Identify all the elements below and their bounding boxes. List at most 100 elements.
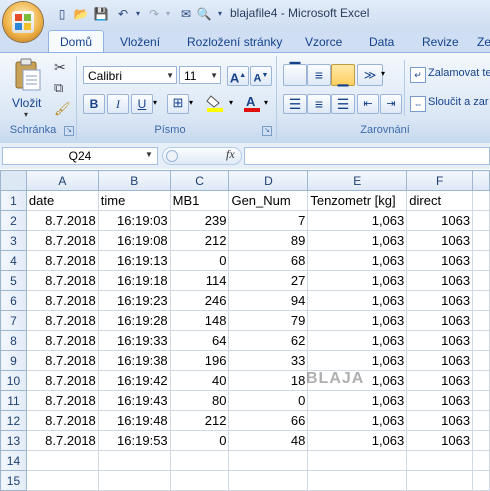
row-header[interactable]: 1 bbox=[0, 190, 27, 211]
cell[interactable]: 196 bbox=[169, 350, 230, 371]
cell[interactable]: 212 bbox=[169, 230, 230, 251]
cell[interactable]: 1063 bbox=[406, 270, 474, 291]
cell[interactable]: 0 bbox=[169, 250, 230, 271]
cell[interactable]: 1063 bbox=[406, 330, 474, 351]
align-bottom-button[interactable]: ▁ bbox=[331, 64, 355, 86]
cell[interactable]: 16:19:18 bbox=[97, 270, 171, 291]
orientation-button[interactable]: ≫ bbox=[357, 64, 383, 86]
cell[interactable]: 0 bbox=[169, 430, 230, 451]
row-header[interactable]: 15 bbox=[0, 470, 27, 491]
cell[interactable]: 62 bbox=[228, 330, 309, 351]
row-header[interactable]: 11 bbox=[0, 390, 27, 411]
cell[interactable]: 16:19:33 bbox=[97, 330, 171, 351]
tab-home[interactable]: Domů bbox=[48, 30, 104, 54]
align-middle-button[interactable]: ≡ bbox=[307, 64, 331, 86]
cell[interactable]: 239 bbox=[169, 210, 230, 231]
cut-icon[interactable]: ✂ bbox=[54, 59, 66, 76]
copy-icon[interactable]: ⧉ bbox=[54, 80, 63, 96]
cell[interactable]: 94 bbox=[228, 290, 309, 311]
cell[interactable]: 7 bbox=[228, 210, 309, 231]
row-header[interactable]: 5 bbox=[0, 270, 27, 291]
align-top-button[interactable]: ▔ bbox=[283, 63, 307, 86]
cell[interactable] bbox=[472, 330, 490, 351]
cell[interactable]: 1063 bbox=[406, 210, 474, 231]
office-button[interactable] bbox=[3, 2, 43, 42]
cell[interactable] bbox=[472, 190, 490, 211]
format-painter-icon[interactable]: 🖌 bbox=[54, 101, 71, 117]
cell[interactable]: 40 bbox=[169, 370, 230, 391]
borders-button[interactable]: ⊞ bbox=[167, 94, 189, 114]
row-header[interactable]: 2 bbox=[0, 210, 27, 231]
cell[interactable] bbox=[169, 450, 230, 471]
cell[interactable]: 8.7.2018 bbox=[25, 270, 99, 291]
cell[interactable]: 16:19:48 bbox=[97, 410, 171, 431]
name-box-dropdown-icon[interactable]: ▼ bbox=[145, 150, 153, 159]
cell[interactable]: Gen_Num bbox=[228, 190, 309, 211]
cell[interactable]: 8.7.2018 bbox=[25, 230, 99, 251]
cell[interactable]: 1063 bbox=[406, 390, 474, 411]
print-preview-icon[interactable]: 🔍 bbox=[196, 6, 212, 22]
row-header[interactable]: 9 bbox=[0, 350, 27, 371]
cell[interactable]: 27 bbox=[228, 270, 309, 291]
paste-dropdown-icon[interactable]: ▾ bbox=[24, 110, 28, 119]
cell[interactable]: 89 bbox=[228, 230, 309, 251]
column-header-d[interactable]: D bbox=[228, 170, 309, 191]
formula-input[interactable] bbox=[244, 147, 490, 165]
new-document-icon[interactable]: ▯ bbox=[54, 6, 70, 22]
cell[interactable] bbox=[97, 470, 171, 491]
cell[interactable] bbox=[307, 470, 408, 491]
cell[interactable]: 80 bbox=[169, 390, 230, 411]
tab-data[interactable]: Data bbox=[369, 32, 394, 52]
cell[interactable]: 16:19:43 bbox=[97, 390, 171, 411]
cell[interactable]: time bbox=[97, 190, 171, 211]
font-color-dropdown-icon[interactable]: ▾ bbox=[264, 98, 268, 107]
cell[interactable]: 8.7.2018 bbox=[25, 350, 99, 371]
font-name-select[interactable]: Calibri ▼ bbox=[83, 66, 177, 84]
row-header[interactable]: 8 bbox=[0, 330, 27, 351]
cell[interactable]: date bbox=[25, 190, 99, 211]
cell[interactable]: 148 bbox=[169, 310, 230, 331]
cell[interactable]: 0 bbox=[228, 390, 309, 411]
cell[interactable]: 1,063 bbox=[307, 390, 408, 411]
name-box[interactable]: Q24 bbox=[2, 147, 158, 165]
row-header[interactable]: 4 bbox=[0, 250, 27, 271]
cell[interactable]: 212 bbox=[169, 410, 230, 431]
font-launcher-icon[interactable]: ↘ bbox=[262, 126, 272, 136]
tab-page-layout[interactable]: Rozložení stránky bbox=[187, 32, 282, 52]
align-left-button[interactable]: ☰ bbox=[283, 94, 307, 114]
cell[interactable]: 1,063 bbox=[307, 430, 408, 451]
align-center-button[interactable]: ≡ bbox=[307, 94, 331, 114]
column-header-c[interactable]: C bbox=[169, 170, 230, 191]
grow-font-button[interactable]: A▲ bbox=[227, 66, 249, 86]
cell[interactable]: 68 bbox=[228, 250, 309, 271]
cell[interactable] bbox=[472, 230, 490, 251]
cell[interactable] bbox=[472, 390, 490, 411]
cell[interactable]: 16:19:28 bbox=[97, 310, 171, 331]
cell[interactable]: 16:19:23 bbox=[97, 290, 171, 311]
cell[interactable]: 1,063 bbox=[307, 290, 408, 311]
cell[interactable] bbox=[472, 290, 490, 311]
column-header-b[interactable]: B bbox=[97, 170, 171, 191]
fill-color-button[interactable] bbox=[205, 94, 227, 112]
cell[interactable]: 16:19:38 bbox=[97, 350, 171, 371]
cell[interactable]: 33 bbox=[228, 350, 309, 371]
cell[interactable]: 1063 bbox=[406, 430, 474, 451]
cell[interactable]: 48 bbox=[228, 430, 309, 451]
tab-view[interactable]: Ze bbox=[477, 32, 490, 52]
cell[interactable]: 8.7.2018 bbox=[25, 250, 99, 271]
paste-label[interactable]: Vložit bbox=[12, 96, 41, 110]
undo-icon[interactable]: ↶ bbox=[115, 6, 131, 22]
cell[interactable]: 18 bbox=[228, 370, 309, 391]
cell[interactable]: 246 bbox=[169, 290, 230, 311]
row-header[interactable]: 12 bbox=[0, 410, 27, 431]
cell[interactable] bbox=[228, 470, 309, 491]
cell[interactable]: 1063 bbox=[406, 290, 474, 311]
save-icon[interactable]: 💾 bbox=[93, 6, 109, 22]
cell[interactable]: 1,063 bbox=[307, 250, 408, 271]
bold-button[interactable]: B bbox=[83, 94, 105, 114]
cell[interactable]: 1063 bbox=[406, 310, 474, 331]
cell[interactable] bbox=[472, 430, 490, 451]
cell[interactable]: 1063 bbox=[406, 230, 474, 251]
wrap-text-button[interactable]: Zalamovat te bbox=[428, 67, 490, 79]
cell[interactable]: 16:19:03 bbox=[97, 210, 171, 231]
